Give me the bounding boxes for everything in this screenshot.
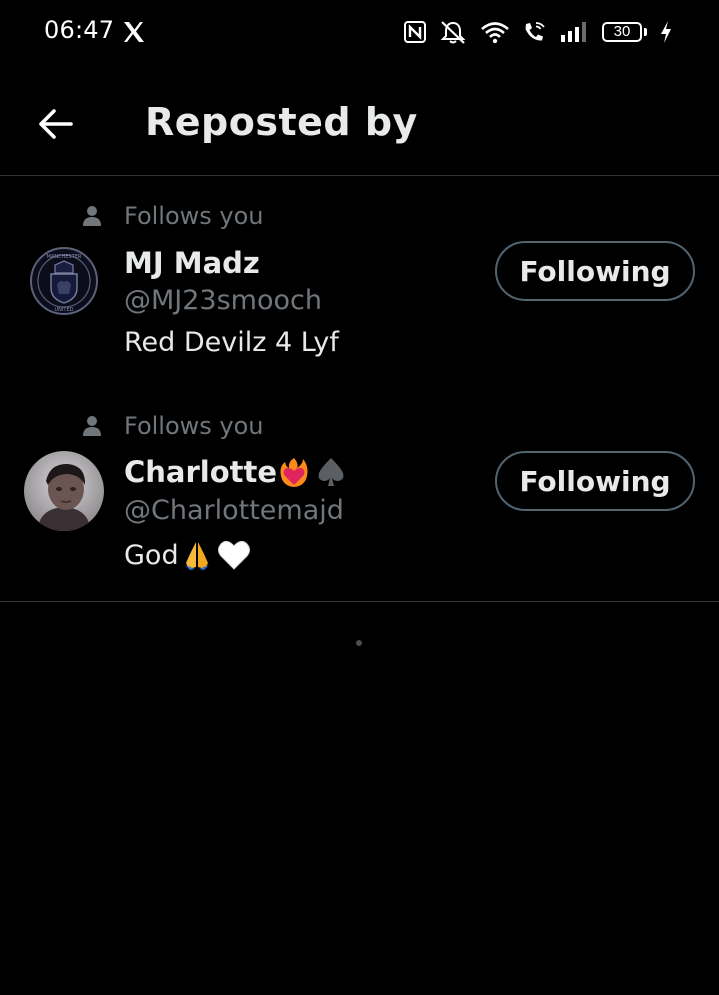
user-bio: God bbox=[124, 539, 179, 571]
folded-hands-icon bbox=[184, 542, 209, 570]
person-icon bbox=[83, 416, 101, 436]
charging-icon bbox=[661, 21, 671, 43]
user-name-row[interactable]: Charlotte bbox=[124, 455, 347, 489]
person-icon bbox=[83, 206, 101, 226]
follows-you-row: Follows you bbox=[82, 412, 264, 440]
profile-photo-icon bbox=[24, 451, 104, 531]
following-button[interactable]: Following bbox=[495, 241, 695, 301]
follows-you-label: Follows you bbox=[124, 412, 264, 440]
back-button[interactable] bbox=[32, 100, 80, 148]
x-logo-icon bbox=[124, 22, 144, 42]
arrow-left-icon bbox=[39, 109, 73, 139]
svg-text:MANCHESTER: MANCHESTER bbox=[47, 254, 82, 260]
nfc-icon bbox=[404, 21, 426, 43]
follows-you-label: Follows you bbox=[124, 202, 264, 230]
svg-text:UNITED: UNITED bbox=[55, 307, 74, 313]
avatar[interactable] bbox=[24, 451, 104, 531]
battery-level: 30 bbox=[602, 22, 642, 42]
battery-icon: 30 bbox=[602, 22, 647, 42]
spade-icon bbox=[318, 458, 344, 486]
user-handle: @MJ23smooch bbox=[124, 285, 322, 316]
mute-icon bbox=[440, 21, 466, 44]
manchester-united-crest-icon: MANCHESTER UNITED bbox=[24, 241, 104, 321]
user-cell[interactable]: Follows you MANCHESTER UNITED MJ Madz @M… bbox=[0, 176, 719, 390]
wifi-call-icon bbox=[525, 22, 545, 41]
user-bio-row: God bbox=[124, 539, 251, 571]
list-divider bbox=[0, 601, 719, 602]
status-time: 06:47 bbox=[44, 16, 115, 44]
wifi-icon bbox=[481, 22, 509, 44]
status-bar: 06:47 30 bbox=[0, 0, 719, 64]
header: Reposted by bbox=[0, 64, 719, 176]
avatar[interactable]: MANCHESTER UNITED bbox=[24, 241, 104, 321]
follows-you-row: Follows you bbox=[82, 202, 264, 230]
loading-indicator bbox=[356, 640, 362, 646]
white-heart-icon bbox=[217, 540, 250, 570]
user-name: Charlotte bbox=[124, 455, 278, 489]
user-bio: Red Devilz 4 Lyf bbox=[124, 327, 339, 358]
heart-on-fire-icon bbox=[280, 458, 308, 487]
user-cell[interactable]: Follows you Charlotte @Charlottemajd God… bbox=[0, 390, 719, 601]
signal-icon bbox=[561, 22, 586, 42]
user-name[interactable]: MJ Madz bbox=[124, 246, 260, 280]
following-button[interactable]: Following bbox=[495, 451, 695, 511]
page-title: Reposted by bbox=[145, 100, 418, 144]
user-handle: @Charlottemajd bbox=[124, 495, 344, 526]
